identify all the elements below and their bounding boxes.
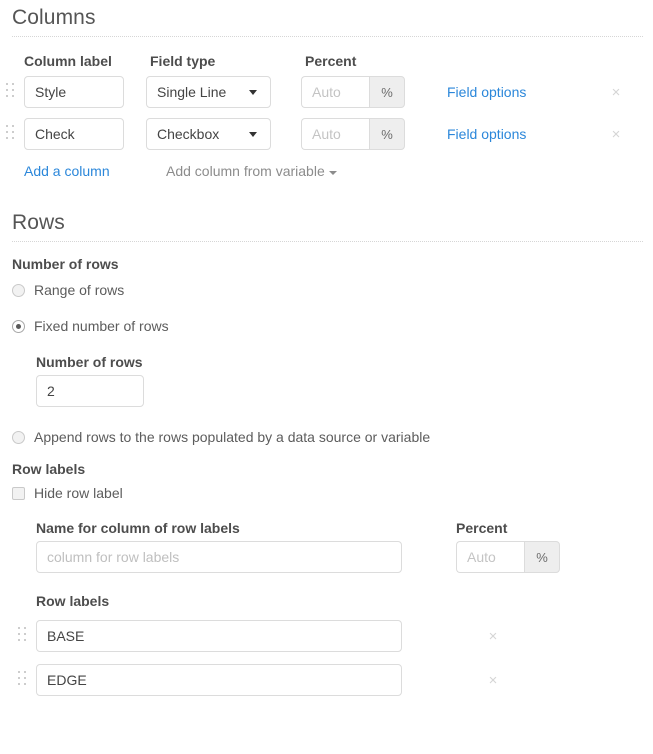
number-of-rows-field-label: Number of rows: [36, 354, 143, 370]
percent-input[interactable]: [301, 118, 369, 150]
name-for-column-input[interactable]: [36, 541, 402, 573]
percent-addon: %: [369, 118, 405, 150]
columns-header-row: Column label Field type Percent: [24, 37, 653, 71]
row-labels-percent-addon: %: [524, 541, 560, 573]
hide-row-label-checkbox-row[interactable]: Hide row label: [0, 480, 653, 506]
drag-handle-icon[interactable]: [18, 627, 30, 645]
percent-input-group: %: [301, 76, 405, 108]
field-type-select-value: Checkbox: [157, 126, 220, 142]
field-options-link[interactable]: Field options: [447, 126, 567, 142]
rows-section: Rows Number of rows Range of rows Fixed …: [0, 185, 653, 702]
radio-icon-selected[interactable]: [12, 319, 25, 333]
percent-input[interactable]: [301, 76, 369, 108]
percent-header: Percent: [305, 53, 357, 69]
chevron-down-icon: [249, 89, 257, 95]
columns-section-title: Columns: [12, 6, 96, 29]
name-for-column-label: Name for column of row labels: [36, 520, 240, 536]
radio-option-fixed-number-of-rows[interactable]: Fixed number of rows: [0, 312, 653, 340]
field-type-header: Field type: [150, 53, 216, 69]
row-labels-percent-label: Percent: [456, 520, 508, 536]
radio-icon[interactable]: [12, 283, 25, 297]
table-field-settings-page: Columns Column label Field type Percent …: [0, 0, 653, 702]
number-of-rows-field-block: Number of rows: [0, 354, 653, 407]
radio-option-label: Append rows to the rows populated by a d…: [34, 429, 431, 445]
field-type-select-box[interactable]: Checkbox: [146, 118, 271, 150]
hide-row-label-text: Hide row label: [34, 485, 123, 501]
checkbox-icon[interactable]: [12, 486, 25, 500]
row-labels-percent-input-group: %: [456, 541, 560, 573]
column-config-row: Checkbox % Field options ×: [0, 113, 653, 155]
drag-handle-icon[interactable]: [18, 671, 30, 689]
percent-addon: %: [369, 76, 405, 108]
field-options-link[interactable]: Field options: [447, 84, 567, 100]
row-label-item: ×: [0, 658, 653, 702]
radio-option-label: Range of rows: [34, 282, 125, 298]
drag-handle-icon[interactable]: [6, 125, 18, 143]
rows-section-title: Rows: [12, 211, 65, 234]
number-of-rows-input[interactable]: [36, 375, 144, 407]
add-a-column-link[interactable]: Add a column: [24, 163, 166, 179]
row-label-input[interactable]: [36, 664, 402, 696]
field-type-select-box[interactable]: Single Line: [146, 76, 271, 108]
row-label-input[interactable]: [36, 620, 402, 652]
add-column-actions: Add a column Add column from variable: [0, 157, 653, 185]
chevron-down-icon: [249, 131, 257, 137]
drag-handle-icon[interactable]: [6, 83, 18, 101]
field-type-select-value: Single Line: [157, 84, 227, 100]
add-column-from-variable-label: Add column from variable: [166, 163, 325, 179]
caret-down-icon: [328, 171, 337, 175]
row-labels-name-row: Name for column of row labels Percent %: [0, 520, 653, 573]
column-label-input[interactable]: [24, 76, 124, 108]
remove-row-label-icon[interactable]: ×: [486, 629, 500, 644]
percent-input-group: %: [301, 118, 405, 150]
row-label-item: ×: [0, 614, 653, 658]
radio-icon[interactable]: [12, 430, 25, 444]
radio-option-append-rows[interactable]: Append rows to the rows populated by a d…: [0, 423, 653, 451]
row-labels-name-col: Name for column of row labels: [36, 520, 456, 573]
field-type-select[interactable]: Single Line: [146, 76, 271, 108]
row-labels-list-label-block: Row labels: [0, 593, 653, 609]
row-labels-group-label: Row labels: [12, 461, 86, 477]
field-type-select[interactable]: Checkbox: [146, 118, 271, 150]
add-column-from-variable-dropdown[interactable]: Add column from variable: [166, 163, 337, 179]
radio-option-range-of-rows[interactable]: Range of rows: [0, 276, 653, 304]
column-label-input[interactable]: [24, 118, 124, 150]
column-config-row: Single Line % Field options ×: [0, 71, 653, 113]
remove-column-icon[interactable]: ×: [609, 85, 623, 100]
remove-row-label-icon[interactable]: ×: [486, 673, 500, 688]
number-of-rows-group-label: Number of rows: [12, 256, 119, 272]
row-labels-percent-input[interactable]: [456, 541, 524, 573]
columns-section: Columns Column label Field type Percent …: [0, 0, 653, 185]
radio-option-label: Fixed number of rows: [34, 318, 169, 334]
row-labels-list-label: Row labels: [36, 593, 110, 609]
remove-column-icon[interactable]: ×: [609, 127, 623, 142]
row-labels-percent-col: Percent %: [456, 520, 560, 573]
column-label-header: Column label: [24, 53, 112, 69]
